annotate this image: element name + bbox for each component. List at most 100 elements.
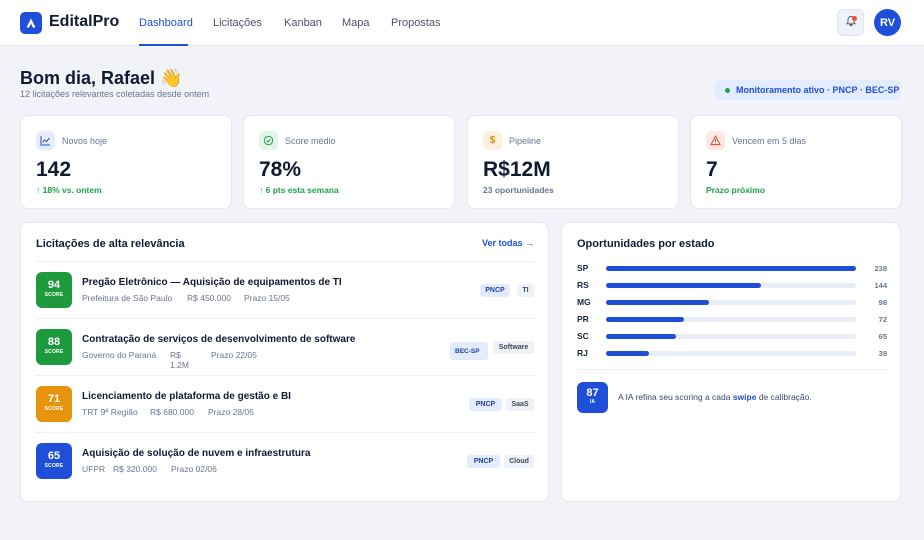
item-value: R$ 1.2M xyxy=(170,350,189,370)
item-org: UFPR xyxy=(82,464,106,474)
state-bar-fill xyxy=(606,334,676,339)
stat-footnote: ↑ 18% vs. ontem xyxy=(36,185,102,195)
item-title: Contratação de serviços de desenvolvimen… xyxy=(82,334,356,345)
stat-card-avg-score: Score médio 78% ↑ 6 pts esta semana xyxy=(243,115,455,209)
source-tag: PNCP xyxy=(467,455,500,468)
state-label: MG xyxy=(577,297,591,307)
state-bar-track xyxy=(606,266,856,271)
item-org: Governo do Paraná xyxy=(82,350,157,360)
state-label: RS xyxy=(577,280,589,290)
score-badge: 71 SCORE xyxy=(36,386,72,422)
list-item[interactable]: 88 SCORE Contratação de serviços de dese… xyxy=(36,318,534,375)
score-badge: 94 SCORE xyxy=(36,272,72,308)
list-item[interactable]: 94 SCORE Pregão Eletrônico — Aquisição d… xyxy=(36,261,534,318)
state-bar-fill xyxy=(606,300,709,305)
monitoring-status-badge: Monitoramento ativo · PNCP · BEC-SP xyxy=(715,80,901,100)
category-tag: Software xyxy=(493,341,534,354)
state-bar-track xyxy=(606,283,856,288)
state-bar-track xyxy=(606,300,856,305)
state-bar-track xyxy=(606,317,856,322)
nav-active-indicator xyxy=(139,44,188,46)
ia-text-highlight: swipe xyxy=(732,392,757,402)
greeting-title: Bom dia, Rafael 👋 xyxy=(20,68,183,88)
source-tag: BEC-SP xyxy=(450,342,488,360)
category-tag: TI xyxy=(517,284,534,297)
list-item[interactable]: 71 SCORE Licenciamento de plataforma de … xyxy=(36,375,534,432)
trend-chart-icon xyxy=(36,131,55,150)
score-value: 65 xyxy=(47,450,61,462)
stat-label: Novos hoje xyxy=(62,136,108,146)
stat-footnote: ↑ 6 pts esta semana xyxy=(259,185,339,195)
item-org: TRT 9ª Região xyxy=(82,407,138,417)
stat-label: Pipeline xyxy=(509,136,542,146)
item-org: Prefeitura de São Paulo xyxy=(82,293,173,303)
ia-text-after: de calibração. xyxy=(756,392,812,402)
stat-label: Vencem em 5 dias xyxy=(732,136,807,146)
ia-text-before: A IA refina seu scoring a cada xyxy=(618,392,733,402)
state-bar-fill xyxy=(606,317,684,322)
panel-title: Oportunidades por estado xyxy=(577,238,715,250)
state-bar-fill xyxy=(606,283,761,288)
score-label: SCORE xyxy=(44,349,64,355)
item-title: Pregão Eletrônico — Aquisição de equipam… xyxy=(82,277,342,288)
item-deadline: Prazo 22/05 xyxy=(211,350,257,360)
brand-name: EditalPro xyxy=(49,13,120,30)
state-bar-track xyxy=(606,334,856,339)
state-count: 39 xyxy=(878,349,887,358)
top-bar: EditalPro Dashboard Licitações Kanban Ma… xyxy=(0,0,924,46)
notification-dot xyxy=(852,16,857,21)
item-value: R$ 450.000 xyxy=(187,293,231,303)
category-tag: SaaS xyxy=(506,398,534,411)
item-deadline: Prazo 15/05 xyxy=(244,293,290,303)
item-deadline: Prazo 28/05 xyxy=(208,407,254,417)
monitoring-status-text: Monitoramento ativo · PNCP · BEC-SP xyxy=(736,85,900,95)
status-dot xyxy=(725,87,730,93)
state-label: SC xyxy=(577,331,589,341)
user-avatar[interactable]: RV xyxy=(874,9,901,36)
nav-mapa[interactable]: Mapa xyxy=(342,17,370,29)
stat-value: R$12M xyxy=(483,158,551,181)
ia-score-label: IA xyxy=(590,399,595,405)
category-tag: Cloud xyxy=(504,455,534,468)
score-badge: 88 SCORE xyxy=(36,329,72,365)
list-item[interactable]: 65 SCORE Aquisição de solução de nuvem e… xyxy=(36,432,534,489)
nav-dashboard[interactable]: Dashboard xyxy=(139,17,193,29)
state-bar-fill xyxy=(606,266,856,271)
dollar-icon: $ xyxy=(483,131,502,150)
item-value: R$ 320.000 xyxy=(113,464,157,474)
score-label: SCORE xyxy=(44,292,64,298)
state-count: 98 xyxy=(878,298,887,307)
stat-footnote: Prazo próximo xyxy=(706,185,766,195)
state-label: RJ xyxy=(577,348,588,358)
state-count: 72 xyxy=(878,315,887,324)
stat-value: 78% xyxy=(259,158,302,181)
stat-value: 7 xyxy=(706,158,718,181)
score-value: 94 xyxy=(47,279,61,291)
ia-info-text: A IA refina seu scoring a cada swipe de … xyxy=(618,392,812,402)
state-count: 144 xyxy=(874,281,887,290)
score-badge: 65 SCORE xyxy=(36,443,72,479)
state-label: PR xyxy=(577,314,589,324)
check-circle-icon xyxy=(259,131,278,150)
item-title: Aquisição de solução de nuvem e infraest… xyxy=(82,448,311,459)
state-bar-track xyxy=(606,351,856,356)
notifications-button[interactable] xyxy=(837,9,864,36)
score-value: 71 xyxy=(47,393,61,405)
high-relevance-panel: Licitações de alta relevância Ver todas … xyxy=(20,222,549,502)
nav-licitacoes[interactable]: Licitações xyxy=(213,17,262,29)
state-count: 65 xyxy=(878,332,887,341)
panel-title: Licitações de alta relevância xyxy=(36,238,185,250)
item-value: R$ 680.000 xyxy=(150,407,194,417)
greeting-subtitle: 12 licitações relevantes coletadas desde… xyxy=(20,89,210,99)
nav-kanban[interactable]: Kanban xyxy=(284,17,322,29)
stat-value: 142 xyxy=(36,158,72,181)
stat-card-expiring: Vencem em 5 dias 7 Prazo próximo xyxy=(690,115,902,209)
nav-propostas[interactable]: Propostas xyxy=(391,17,441,29)
state-label: SP xyxy=(577,263,589,273)
see-all-link[interactable]: Ver todas → xyxy=(482,238,534,248)
stat-label: Score médio xyxy=(285,136,336,146)
warning-icon xyxy=(706,131,725,150)
state-count: 238 xyxy=(874,264,887,273)
item-title: Licenciamento de plataforma de gestão e … xyxy=(82,391,291,402)
score-value: 88 xyxy=(47,336,61,348)
